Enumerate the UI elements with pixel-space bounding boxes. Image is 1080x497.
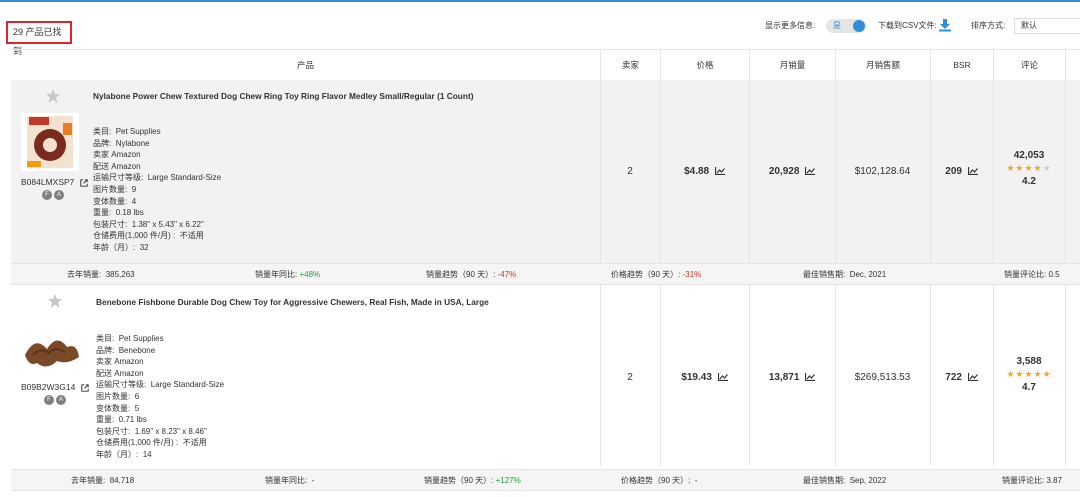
top-accent-line bbox=[0, 0, 1080, 2]
rating-stars-icon: ★★★★★ bbox=[1006, 369, 1052, 379]
bsr-cell[interactable]: 722 bbox=[930, 372, 993, 383]
favorite-star-icon[interactable] bbox=[45, 88, 61, 104]
price-trend: 价格趋势（90 天）: - bbox=[621, 476, 698, 485]
review-ratio: 销量评论比: 3.87 bbox=[1002, 476, 1063, 485]
product-image[interactable] bbox=[21, 113, 79, 171]
rating-stars-icon: ★★★★★ bbox=[1006, 163, 1052, 173]
last-year-sales: 去年销量: 84,718 bbox=[71, 476, 135, 485]
sales-chart-icon[interactable] bbox=[805, 167, 816, 176]
col-header-extra bbox=[1065, 50, 1080, 80]
reviews-cell: 3,588 ★★★★★ 4.7 bbox=[993, 356, 1065, 393]
product-image[interactable] bbox=[23, 325, 81, 383]
bsr-chart-icon[interactable] bbox=[967, 167, 978, 176]
price-cell[interactable]: $19.43 bbox=[660, 372, 749, 383]
monthly-sales-cell[interactable]: 20,928 bbox=[749, 166, 835, 177]
sales-trend: 销量趋势（90 天）: +127% bbox=[424, 476, 521, 485]
fba-badge: F bbox=[42, 190, 52, 200]
amazon-badge: A bbox=[54, 190, 64, 200]
asin-link[interactable]: B084LMXSP7 bbox=[21, 177, 88, 187]
review-count: 42,053 bbox=[1013, 150, 1045, 161]
price-trend: 价格趋势（90 天）: -31% bbox=[611, 270, 702, 279]
fba-badge: F bbox=[44, 395, 54, 405]
col-header-monthly-revenue[interactable]: 月销售额 bbox=[835, 50, 930, 80]
toggle-value: 是 bbox=[833, 21, 841, 30]
monthly-revenue: $269,513.53 bbox=[854, 372, 911, 383]
external-link-icon bbox=[80, 179, 88, 187]
favorite-star-icon[interactable] bbox=[47, 293, 63, 309]
col-header-reviews[interactable]: 评论 bbox=[993, 50, 1065, 80]
monthly-sales-cell[interactable]: 13,871 bbox=[749, 372, 835, 383]
review-count: 3,588 bbox=[1016, 356, 1042, 367]
col-header-seller[interactable]: 卖家 bbox=[600, 50, 660, 80]
table-row[interactable]: B09B2W3G14 F A Benebone Fishbone Durable… bbox=[11, 285, 1080, 466]
top-controls: 显示更多信息: 是 下载到CSV文件: 排序方式: 默认 bbox=[0, 18, 1080, 34]
product-title[interactable]: Nylabone Power Chew Textured Dog Chew Ri… bbox=[93, 91, 473, 101]
monthly-revenue: $102,128.64 bbox=[854, 166, 911, 177]
best-sales-period: 最佳销售期: Dec, 2021 bbox=[803, 270, 887, 279]
download-icon[interactable] bbox=[938, 18, 952, 32]
external-link-icon bbox=[81, 384, 89, 392]
price-chart-icon[interactable] bbox=[717, 373, 728, 382]
yoy-sales: 销量年同比: +48% bbox=[255, 270, 321, 279]
product-title[interactable]: Benebone Fishbone Durable Dog Chew Toy f… bbox=[96, 297, 489, 307]
last-year-sales: 去年销量: 385,263 bbox=[67, 270, 135, 279]
asin-text: B09B2W3G14 bbox=[21, 382, 76, 392]
row-summary: 去年销量: 385,263 销量年同比: +48% 销量趋势（90 天）: -4… bbox=[11, 263, 1080, 285]
price-cell[interactable]: $4.88 bbox=[660, 166, 749, 177]
seller-count: 2 bbox=[627, 372, 633, 383]
product-attributes: 类目: Pet Supplies 品牌: Nylabone 卖家 Amazon … bbox=[93, 127, 222, 252]
table-header: 产品 卖家 价格 月销量 月销售额 BSR 评论 bbox=[11, 49, 1080, 81]
product-attributes: 类目: Pet Supplies 品牌: Benebone 卖家 Amazon … bbox=[96, 334, 225, 459]
col-header-bsr[interactable]: BSR bbox=[930, 50, 993, 80]
best-sales-period: 最佳销售期: Sep, 2022 bbox=[803, 476, 887, 485]
row-summary: 去年销量: 84,718 销量年同比: - 销量趋势（90 天）: +127% … bbox=[11, 469, 1080, 491]
seller-count: 2 bbox=[627, 166, 633, 177]
col-header-price[interactable]: 价格 bbox=[660, 50, 749, 80]
show-more-toggle[interactable]: 是 bbox=[826, 19, 866, 33]
table-row[interactable]: B084LMXSP7 F A Nylabone Power Chew Textu… bbox=[11, 80, 1080, 263]
download-csv-label: 下载到CSV文件: bbox=[878, 21, 937, 30]
rating-value: 4.7 bbox=[1022, 382, 1036, 393]
toggle-knob bbox=[853, 20, 865, 32]
col-header-monthly-sales[interactable]: 月销量 bbox=[749, 50, 835, 80]
reviews-cell: 42,053 ★★★★★ 4.2 bbox=[993, 150, 1065, 187]
bsr-chart-icon[interactable] bbox=[967, 373, 978, 382]
amazon-badge: A bbox=[56, 395, 66, 405]
show-more-label: 显示更多信息: bbox=[765, 21, 816, 30]
sort-select[interactable]: 默认 bbox=[1014, 18, 1080, 34]
bsr-cell[interactable]: 209 bbox=[930, 166, 993, 177]
sales-chart-icon[interactable] bbox=[805, 373, 816, 382]
rating-value: 4.2 bbox=[1022, 176, 1036, 187]
yoy-sales: 销量年同比: - bbox=[265, 476, 315, 485]
review-ratio: 销量评论比: 0.5 bbox=[1004, 270, 1060, 279]
sort-label: 排序方式: bbox=[971, 21, 1006, 30]
sales-trend: 销量趋势（90 天）: -47% bbox=[426, 270, 517, 279]
col-header-product[interactable]: 产品 bbox=[11, 50, 600, 80]
asin-text: B084LMXSP7 bbox=[21, 177, 75, 187]
price-chart-icon[interactable] bbox=[714, 167, 725, 176]
asin-link[interactable]: B09B2W3G14 bbox=[21, 382, 89, 392]
